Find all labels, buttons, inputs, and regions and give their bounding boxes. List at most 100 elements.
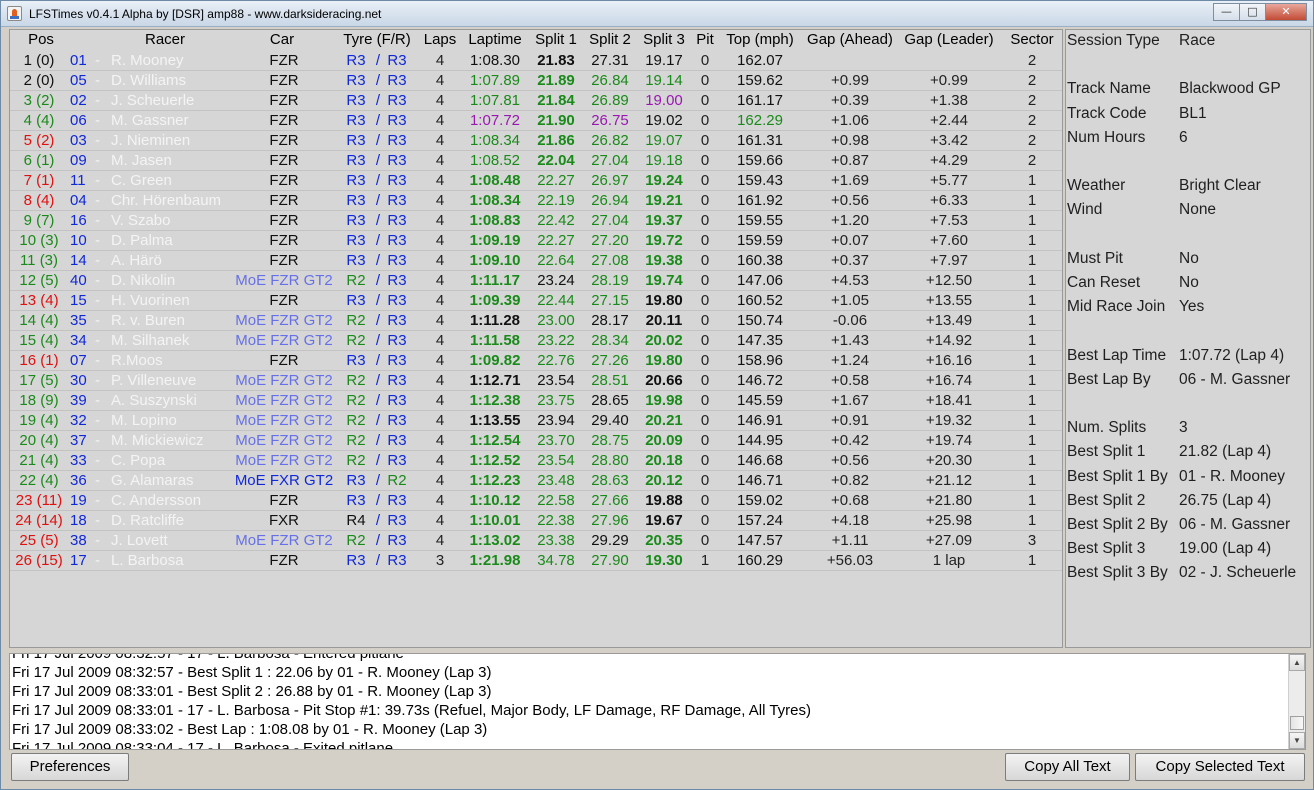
log-scrollbar[interactable]: ▲ ▼ <box>1288 654 1305 749</box>
table-row[interactable]: 1 (0) 01 - R. Mooney FZR R3/R3 4 1:08.30 21.83… <box>10 51 1062 71</box>
split1-cell: 23.48 <box>537 472 575 489</box>
tyre-rear: R3 <box>387 212 407 229</box>
table-row[interactable]: 3 (2) 02 - J. Scheuerle FZR R3/R3 4 1:07.81 21… <box>10 91 1062 111</box>
table-row[interactable]: 10 (3) 10 - D. Palma FZR R3/R3 4 1:09.19 22.27… <box>10 231 1062 251</box>
split1-cell: 23.75 <box>537 392 575 409</box>
log-entry[interactable]: Fri 17 Jul 2009 08:33:02 - Best Lap : 1:… <box>12 720 487 739</box>
split3-cell: 19.24 <box>645 172 683 189</box>
session-info-label: Best Split 3 <box>1067 540 1146 558</box>
table-row[interactable]: 22 (4) 36 - G. Alamaras MoE FXR GT2 R3/R2 4 1… <box>10 471 1062 491</box>
position-cell: 3 (2) <box>23 92 55 109</box>
sector-cell: 1 <box>1027 252 1037 269</box>
table-row[interactable]: 5 (2) 03 - J. Nieminen FZR R3/R3 4 1:08.34 21.… <box>10 131 1062 151</box>
table-row[interactable]: 12 (5) 40 - D. Nikolin MoE FZR GT2 R2/R3 4 1:… <box>10 271 1062 291</box>
table-row[interactable]: 23 (11) 19 - C. Andersson FZR R3/R3 4 1:10.12… <box>10 491 1062 511</box>
column-header[interactable]: Top (mph) <box>722 30 798 50</box>
name-separator: - <box>91 392 105 409</box>
table-row[interactable]: 24 (14) 18 - D. Ratcliffe FXR R4/R3 4 1:10.01… <box>10 511 1062 531</box>
column-header[interactable]: Split 1 <box>530 30 582 50</box>
table-row[interactable]: 19 (4) 32 - M. Lopino MoE FZR GT2 R2/R3 4 1:1… <box>10 411 1062 431</box>
sector-cell: 1 <box>1027 372 1037 389</box>
log-entry[interactable]: Fri 17 Jul 2009 08:33:01 - 17 - L. Barbo… <box>12 701 811 720</box>
gap-leader-cell: +3.42 <box>930 132 968 149</box>
column-header[interactable]: Gap (Ahead) <box>800 30 900 50</box>
column-header[interactable]: Laps <box>418 30 462 50</box>
name-separator: - <box>91 272 105 289</box>
column-header[interactable]: Laptime <box>460 30 530 50</box>
laps-cell: 4 <box>435 492 445 509</box>
name-separator: - <box>91 352 105 369</box>
table-row[interactable]: 17 (5) 30 - P. Villeneuve MoE FZR GT2 R2/R3… <box>10 371 1062 391</box>
top-speed-cell: 161.31 <box>737 132 783 149</box>
table-row[interactable]: 21 (4) 33 - C. Popa MoE FZR GT2 R2/R3 4 1:12.… <box>10 451 1062 471</box>
column-header[interactable]: Tyre (F/R) <box>336 30 418 50</box>
laps-cell: 4 <box>435 332 445 349</box>
close-button[interactable]: ✕ <box>1265 3 1307 21</box>
scroll-up-icon[interactable]: ▲ <box>1289 654 1305 671</box>
gap-ahead-cell: +0.98 <box>831 132 869 149</box>
laptime-cell: 1:08.34 <box>469 132 521 149</box>
name-separator: - <box>91 452 105 469</box>
table-row[interactable]: 6 (1) 09 - M. Jasen FZR R3/R3 4 1:08.52 22.04 2… <box>10 151 1062 171</box>
column-header[interactable]: Split 2 <box>582 30 638 50</box>
copy-all-text-button[interactable]: Copy All Text <box>1005 753 1130 781</box>
table-row[interactable]: 8 (4) 04 - Chr. Hörenbaum FZR R3/R3 4 1:08.34… <box>10 191 1062 211</box>
table-row[interactable]: 26 (15) 17 - L. Barbosa FZR R3/R3 3 1:21.98 34… <box>10 551 1062 571</box>
car-cell: FZR <box>269 232 299 249</box>
table-row[interactable]: 20 (4) 37 - M. Mickiewicz MoE FZR GT2 R2/R3… <box>10 431 1062 451</box>
top-speed-cell: 159.66 <box>737 152 783 169</box>
position-cell: 9 (7) <box>23 212 55 229</box>
tyre-rear: R3 <box>387 392 407 409</box>
column-header[interactable]: Gap (Leader) <box>900 30 998 50</box>
minimize-button[interactable]: — <box>1213 3 1239 21</box>
sector-cell: 2 <box>1027 132 1037 149</box>
session-info-row: Num. Splits 3 <box>1066 417 1312 439</box>
session-info-value: 01 - R. Mooney <box>1179 467 1285 485</box>
split3-cell: 19.21 <box>645 192 683 209</box>
log-entry[interactable]: Fri 17 Jul 2009 08:33:04 - 17 - L. Barbo… <box>12 739 393 749</box>
tyre-front: R3 <box>346 132 366 149</box>
table-row[interactable]: 14 (4) 35 - R. v. Buren MoE FZR GT2 R2/R3 4 1… <box>10 311 1062 331</box>
column-header[interactable]: Split 3 <box>638 30 690 50</box>
gap-leader-cell <box>900 51 998 71</box>
gap-ahead-cell: -0.06 <box>832 312 868 329</box>
column-header[interactable]: Pit <box>690 30 720 50</box>
copy-selected-text-button[interactable]: Copy Selected Text <box>1135 753 1305 781</box>
event-log[interactable]: ▲ ▼ Fri 17 Jul 2009 08:32:57 - 17 - L. B… <box>9 653 1306 750</box>
log-entry[interactable]: Fri 17 Jul 2009 08:32:57 - 17 - L. Barbo… <box>12 654 404 663</box>
table-row[interactable]: 4 (4) 06 - M. Gassner FZR R3/R3 4 1:07.72 21.9… <box>10 111 1062 131</box>
maximize-button[interactable]: □ <box>1239 3 1265 21</box>
pit-cell: 0 <box>700 472 710 489</box>
table-row[interactable]: 13 (4) 15 - H. Vuorinen FZR R3/R3 4 1:09.39 22… <box>10 291 1062 311</box>
table-row[interactable]: 2 (0) 05 - D. Williams FZR R3/R3 4 1:07.89 21.… <box>10 71 1062 91</box>
preferences-button[interactable]: Preferences <box>11 753 129 781</box>
gap-leader-cell: +4.29 <box>930 152 968 169</box>
laptime-cell: 1:07.72 <box>469 112 521 129</box>
table-row[interactable]: 15 (4) 34 - M. Silhanek MoE FZR GT2 R2/R3 4 1… <box>10 331 1062 351</box>
tyre-front: R2 <box>346 532 366 549</box>
laps-cell: 4 <box>435 532 445 549</box>
table-row[interactable]: 7 (1) 11 - C. Green FZR R3/R3 4 1:08.48 22.27 2… <box>10 171 1062 191</box>
pit-cell: 0 <box>700 272 710 289</box>
pit-cell: 0 <box>700 292 710 309</box>
table-row[interactable]: 9 (7) 16 - V. Szabo FZR R3/R3 4 1:08.83 22.42 2… <box>10 211 1062 231</box>
log-entry[interactable]: Fri 17 Jul 2009 08:32:57 - Best Split 1 … <box>12 663 491 682</box>
column-header[interactable]: Sector <box>1002 30 1062 50</box>
table-row[interactable]: 18 (9) 39 - A. Suszynski MoE FZR GT2 R2/R3 4… <box>10 391 1062 411</box>
table-row[interactable]: 16 (1) 07 - R.Moos FZR R3/R3 4 1:09.82 22.76 27… <box>10 351 1062 371</box>
column-header[interactable]: Racer <box>90 30 240 50</box>
column-header[interactable]: Car <box>256 30 308 50</box>
table-row[interactable]: 11 (3) 14 - A. Härö FZR R3/R3 4 1:09.10 22.64 2… <box>10 251 1062 271</box>
scroll-down-icon[interactable]: ▼ <box>1289 732 1305 749</box>
tyre-slash: / <box>375 492 381 509</box>
gap-ahead-cell: +0.56 <box>831 452 869 469</box>
tyre-front: R2 <box>346 452 366 469</box>
scroll-thumb[interactable] <box>1290 716 1304 730</box>
column-header[interactable]: Pos <box>12 30 70 50</box>
table-row[interactable]: 25 (5) 38 - J. Lovett MoE FZR GT2 R2/R3 4 1:1… <box>10 531 1062 551</box>
log-entry[interactable]: Fri 17 Jul 2009 08:33:01 - Best Split 2 … <box>12 682 491 701</box>
pit-cell: 0 <box>700 312 710 329</box>
top-speed-cell: 146.68 <box>737 452 783 469</box>
standings-table[interactable]: Pos Racer Car Tyre (F/R) Laps Laptime Split 1S… <box>9 29 1063 648</box>
laptime-cell: 1:09.19 <box>469 232 521 249</box>
